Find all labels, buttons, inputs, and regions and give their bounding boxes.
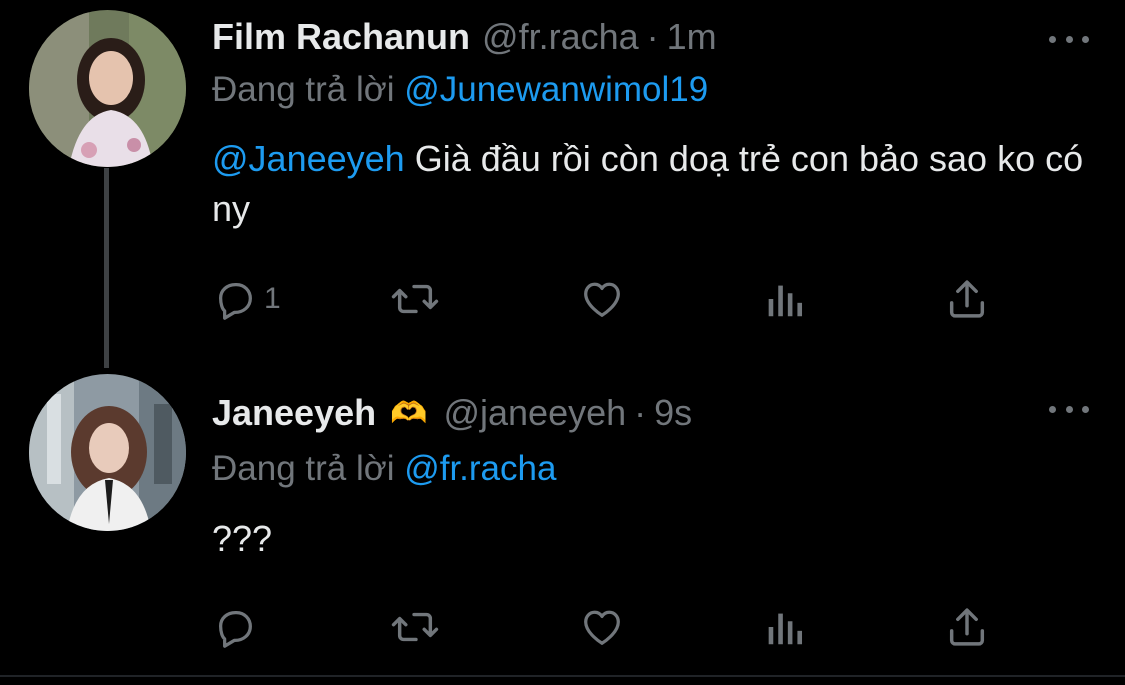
action-bar: 1	[212, 274, 1002, 324]
share-icon	[949, 608, 985, 646]
divider	[0, 675, 1125, 677]
views-button[interactable]	[764, 274, 804, 324]
tweet-header: Film Rachanun @fr.racha · 1m	[212, 12, 717, 62]
retweet-icon	[391, 612, 439, 642]
more-icon[interactable]	[1049, 29, 1089, 49]
avatar[interactable]	[29, 10, 186, 167]
retweet-button[interactable]	[390, 274, 440, 324]
replying-to-label: Đang trả lời	[212, 70, 395, 109]
display-name[interactable]: Janeeyeh	[212, 392, 376, 434]
share-button[interactable]	[944, 274, 990, 324]
avatar-photo	[29, 10, 186, 167]
reply-icon	[218, 282, 252, 320]
replying-to-mention[interactable]: @Junewanwimol19	[404, 70, 708, 109]
heart-hands-emoji: 🫶	[390, 395, 428, 431]
replying-to-mention[interactable]: @fr.racha	[404, 449, 556, 488]
retweet-icon	[391, 284, 439, 314]
views-icon	[768, 285, 803, 317]
text-mention[interactable]: @Janeeyeh	[212, 138, 405, 179]
reply-button[interactable]: 1	[212, 274, 281, 324]
separator-dot: ·	[646, 16, 659, 57]
action-bar	[212, 602, 1002, 652]
views-icon	[768, 613, 803, 645]
timestamp[interactable]: 9s	[654, 392, 692, 434]
like-icon	[584, 282, 620, 317]
username-handle[interactable]: @fr.racha	[482, 16, 639, 58]
tweet-header: Janeeyeh 🫶 @janeeyeh · 9s	[212, 388, 692, 438]
like-icon	[584, 610, 620, 645]
tweet-body: ???	[212, 518, 273, 559]
timestamp[interactable]: 1m	[667, 16, 717, 58]
share-button[interactable]	[944, 602, 990, 652]
display-name[interactable]: Film Rachanun	[212, 16, 470, 58]
replying-to-line: Đang trả lời @fr.racha	[212, 449, 556, 489]
more-icon[interactable]	[1049, 399, 1089, 419]
reply-count: 1	[264, 282, 281, 315]
username-handle[interactable]: @janeeyeh	[443, 392, 626, 434]
reply-button[interactable]	[212, 602, 264, 652]
like-button[interactable]	[578, 274, 626, 324]
tweet-text: @Janeeyeh Già đầu rồi còn doạ trẻ con bả…	[212, 134, 1092, 234]
thread-connector-line	[104, 168, 109, 368]
replying-to-label: Đang trả lời	[212, 449, 395, 488]
replying-to-line: Đang trả lời @Junewanwimol19	[212, 70, 708, 110]
retweet-button[interactable]	[390, 602, 440, 652]
reply-icon	[218, 610, 252, 648]
avatar-photo	[29, 374, 186, 531]
share-icon	[949, 280, 985, 318]
separator-dot: ·	[634, 392, 647, 433]
tweet-text: ???	[212, 514, 1092, 564]
views-button[interactable]	[764, 602, 804, 652]
avatar[interactable]	[29, 374, 186, 531]
like-button[interactable]	[578, 602, 626, 652]
